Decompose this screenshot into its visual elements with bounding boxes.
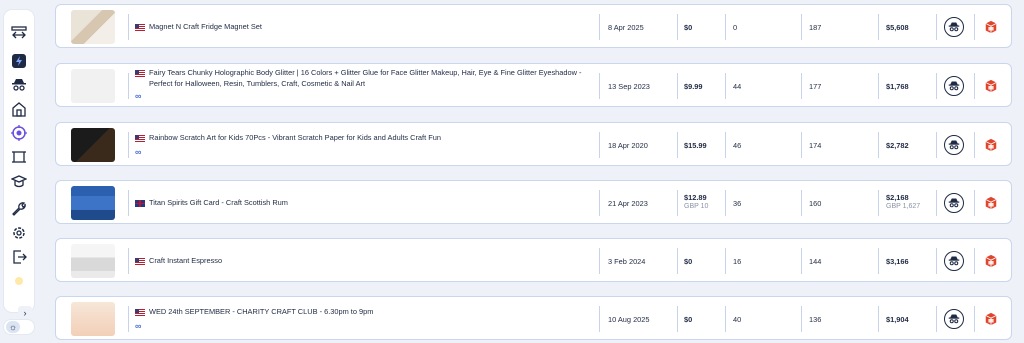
product-thumbnail[interactable] [71,186,115,220]
created-date: 10 Aug 2025 [608,315,650,324]
created-date: 3 Feb 2024 [608,257,646,266]
created-date: 13 Sep 2023 [608,82,650,91]
product-thumbnail[interactable] [71,69,115,103]
revenue: $3,166 [886,257,909,266]
price: $0 [684,257,693,266]
target-icon[interactable] [10,124,28,142]
spy-icon [948,22,960,32]
logout-icon[interactable] [10,248,28,266]
meta-icon: ∞ [135,91,142,101]
box-icon [985,196,997,210]
box-icon [985,312,997,326]
theme-toggle[interactable]: ☼ [4,320,34,334]
price: $12.89 [684,193,707,202]
chevron-right-icon: › [23,307,27,318]
spy-button[interactable] [944,17,964,37]
column-4-value: 136 [809,315,822,324]
spy-icon [948,198,960,208]
box-icon [985,254,997,268]
spy-icon [948,314,960,324]
price: $0 [684,315,693,324]
spy-icon [948,140,960,150]
country-flag-icon [135,70,145,77]
price-sub: GBP 10 [684,203,709,210]
created-date: 8 Apr 2025 [608,23,644,32]
revenue: $2,168 [886,193,909,202]
box-button[interactable] [984,312,998,326]
spy-button[interactable] [944,309,964,329]
box-button[interactable] [984,196,998,210]
box-icon [985,138,997,152]
column-4-value: 187 [809,23,822,32]
spy-button[interactable] [944,251,964,271]
table-row[interactable]: WED 24th SEPTEMBER - CHARITY CRAFT CLUB … [55,296,1012,340]
created-date: 18 Apr 2020 [608,141,648,150]
product-title[interactable]: WED 24th SEPTEMBER - CHARITY CRAFT CLUB … [149,307,594,318]
graduation-icon[interactable] [10,172,28,190]
table-row[interactable]: Craft Instant Espresso 3 Feb 2024 $0 16 … [55,238,1012,282]
price: $15.99 [684,141,707,150]
bulb-icon[interactable] [10,272,28,290]
wrench-icon[interactable] [10,200,28,218]
spy-icon [948,256,960,266]
revenue-sub: GBP 1,627 [886,203,921,210]
spy-button[interactable] [944,135,964,155]
table-row[interactable]: Titan Spirits Gift Card - Craft Scottish… [55,180,1012,224]
expand-sidebar-button[interactable]: › [18,306,32,320]
revenue: $2,782 [886,141,909,150]
product-thumbnail[interactable] [71,10,115,44]
store-icon[interactable] [10,100,28,118]
box-icon [985,79,997,93]
country-flag-icon [135,135,145,142]
column-3-value: 16 [733,257,742,266]
country-flag-icon [135,24,145,31]
column-4-value: 160 [809,199,822,208]
spy-icon [948,81,960,91]
meta-icon: ∞ [135,321,142,331]
product-title[interactable]: Fairy Tears Chunky Holographic Body Glit… [149,68,594,89]
table-row[interactable]: Fairy Tears Chunky Holographic Body Glit… [55,63,1012,107]
country-flag-icon [135,258,145,265]
product-title[interactable]: Magnet N Craft Fridge Magnet Set [149,22,594,33]
column-3-value: 0 [733,23,738,32]
spy-icon[interactable] [10,76,28,94]
column-4-value: 144 [809,257,822,266]
gear-icon[interactable] [10,224,28,242]
column-3-value: 40 [733,315,742,324]
product-title[interactable]: Rainbow Scratch Art for Kids 70Pcs - Vib… [149,133,594,144]
price: $0 [684,23,693,32]
sidebar: › [4,10,34,320]
column-3-value: 36 [733,199,742,208]
revenue: $1,768 [886,82,909,91]
column-4-value: 174 [809,141,822,150]
created-date: 21 Apr 2023 [608,199,648,208]
product-title[interactable]: Craft Instant Espresso [149,256,594,267]
column-3-value: 46 [733,141,742,150]
column-3-value: 44 [733,82,742,91]
bolt-icon[interactable] [10,52,28,70]
box-button[interactable] [984,138,998,152]
arrows-icon[interactable] [10,24,28,42]
box-button[interactable] [984,79,998,93]
box-icon [985,20,997,34]
frame-icon[interactable] [10,148,28,166]
country-flag-icon [135,309,145,316]
country-flag-icon [135,200,145,207]
table-row[interactable]: Rainbow Scratch Art for Kids 70Pcs - Vib… [55,122,1012,166]
box-button[interactable] [984,254,998,268]
revenue: $1,904 [886,315,909,324]
product-thumbnail[interactable] [71,302,115,336]
product-thumbnail[interactable] [71,128,115,162]
product-thumbnail[interactable] [71,244,115,278]
product-title[interactable]: Titan Spirits Gift Card - Craft Scottish… [149,198,594,209]
table-row[interactable]: Magnet N Craft Fridge Magnet Set 8 Apr 2… [55,4,1012,48]
sun-icon: ☼ [8,322,18,332]
column-4-value: 177 [809,82,822,91]
spy-button[interactable] [944,193,964,213]
meta-icon: ∞ [135,147,142,157]
price: $9.99 [684,82,703,91]
revenue: $5,608 [886,23,909,32]
spy-button[interactable] [944,76,964,96]
box-button[interactable] [984,20,998,34]
